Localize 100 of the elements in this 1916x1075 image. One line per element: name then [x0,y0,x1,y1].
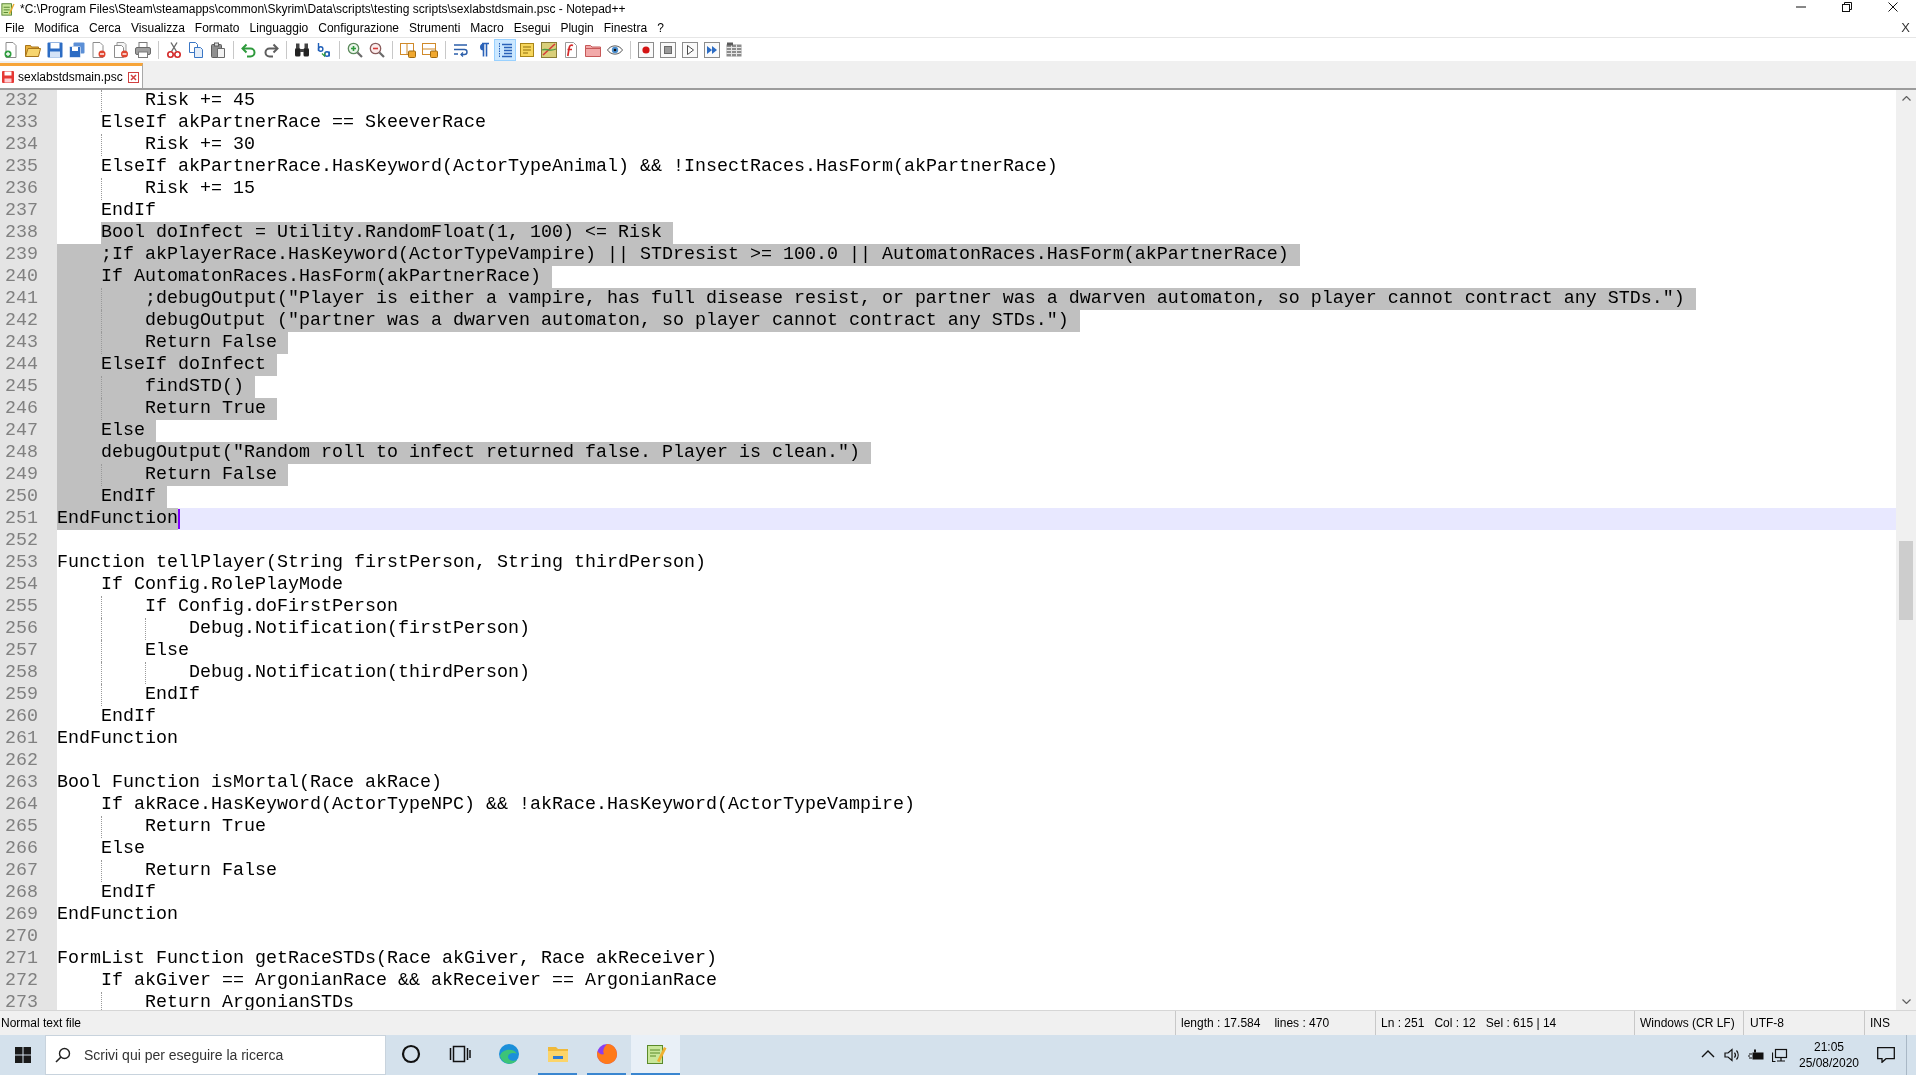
split-window-lock-icon [422,41,438,58]
menu-item[interactable]: Macro [465,19,509,36]
line-number: 256 [5,618,38,640]
line-number: 244 [5,354,38,376]
line-number: 257 [5,640,38,662]
line-number: 253 [5,552,38,574]
clock-time[interactable]: 21:05 [1814,1039,1844,1055]
code-line: Risk += 45 [57,90,255,112]
line-number: 243 [5,332,38,354]
menu-item[interactable]: Linguaggio [244,19,314,36]
code-line: Return False [57,860,277,882]
code-line: Bool Function isMortal(Race akRace) [57,772,442,794]
line-number: 267 [5,860,38,882]
line-number: 246 [5,398,38,420]
file-type-label: Normal text file [1,1015,82,1032]
menu-item[interactable]: Configurazione [313,19,404,36]
line-number: 262 [5,750,38,772]
code-line: EndIf [57,684,200,706]
word-wrap-icon [453,41,469,58]
line-number: 235 [5,156,38,178]
line-number: 238 [5,222,38,244]
speaker-icon [1724,1047,1740,1063]
line-number: 233 [5,112,38,134]
close-file-icon [91,41,107,58]
menu-item[interactable]: ? [652,19,669,36]
line-number: 248 [5,442,38,464]
line-number: 254 [5,574,38,596]
search-field[interactable]: Scrivi qui per eseguire la ricerca [45,1035,386,1075]
line-number: 259 [5,684,38,706]
code-line: Debug.Notification(firstPerson) [57,618,530,640]
zoom-out-icon [369,41,385,58]
clock-date[interactable]: 25/08/2020 [1798,1055,1860,1071]
length-label: length : 17.584 [1181,1015,1261,1032]
code-line: EndIf [100,200,156,222]
line-number: 247 [5,420,38,442]
line-number: 264 [5,794,38,816]
line-number: 250 [5,486,38,508]
close-icon[interactable] [127,71,139,83]
network-monitor-icon [1772,1047,1788,1063]
line-number: 236 [5,178,38,200]
close-document-button[interactable]: X [1901,19,1910,36]
scroll-up-icon[interactable] [1901,96,1911,101]
line-number: 234 [5,134,38,156]
line-number: 273 [5,992,38,1010]
code-line: ElseIf akPartnerRace.HasKeyword(ActorTypeAnimal) && !InsectRaces.HasForm(akPartnerRace) [100,156,1058,178]
notepad-icon [1,2,15,16]
menu-item[interactable]: Modifica [29,19,85,36]
notebook-icon [519,41,535,58]
menu-item[interactable]: Finestra [598,19,653,36]
line-number: 261 [5,728,38,750]
selection-label: Sel : 615 | 14 [1485,1015,1557,1032]
code-line: Debug.Notification(thirdPerson) [57,662,530,684]
code-line: FormList Function getRaceSTDs(Race akGiver, Race akReceiver) [57,948,717,970]
fast-forward-icon [704,41,720,58]
grid-icon [726,41,742,58]
line-number: 251 [5,508,38,530]
line-number: 252 [5,530,38,552]
code-line: Else [100,838,145,860]
scroll-down-icon[interactable] [1901,999,1911,1004]
window-title: *C:\Program Files\Steam\steamapps\common\Skyrim\Data\scripts\testing scripts\sexlabstdsmain.psc - Notepad++ [20,2,626,16]
menu-item[interactable]: Visualizza [126,19,190,36]
menu-item[interactable]: Cerca [84,19,127,36]
redo-arrow-icon [263,41,279,58]
restore-icon [1842,2,1852,12]
search-icon [55,1047,71,1063]
line-number: 263 [5,772,38,794]
code-line: If Config.doFirstPerson [57,596,398,618]
browser-icon [496,1042,521,1066]
close-icon [1888,2,1898,12]
printer-icon [135,41,151,58]
encoding-label: UTF-8 [1750,1015,1784,1032]
cursor-column-label: Col : 12 [1434,1015,1476,1032]
line-number: 271 [5,948,38,970]
line-number: 268 [5,882,38,904]
line-number: 249 [5,464,38,486]
insert-mode-label: INS [1870,1015,1890,1032]
menu-item[interactable]: File [0,19,30,36]
menu-item[interactable]: Esegui [508,19,556,36]
code-line: Return True [57,816,266,838]
menu-item[interactable]: Strumenti [404,19,466,36]
line-number: 258 [5,662,38,684]
file-tab[interactable]: sexlabstdsmain.psc [0,63,143,88]
lines-label: lines : 470 [1274,1015,1330,1032]
line-ending-label: Windows (CR LF) [1640,1015,1735,1032]
split-window-lock-icon [400,41,416,58]
menu-item[interactable]: Formato [189,19,245,36]
code-line: If Config.RolePlayMode [100,574,343,596]
line-number: 270 [5,926,38,948]
line-number: 255 [5,596,38,618]
fox-browser-icon [594,1042,619,1066]
code-line: EndFunction [57,904,178,926]
battery-plug-icon [1748,1047,1764,1063]
menu-item[interactable]: Plugin [555,19,599,36]
line-number: 269 [5,904,38,926]
speech-bubble-icon [1877,1047,1895,1063]
close-all-files-icon [113,41,129,58]
scissors-icon [166,41,182,58]
scrollbar-thumb[interactable] [1899,541,1913,620]
zoom-in-icon [347,41,363,58]
function-page-icon [563,41,579,58]
